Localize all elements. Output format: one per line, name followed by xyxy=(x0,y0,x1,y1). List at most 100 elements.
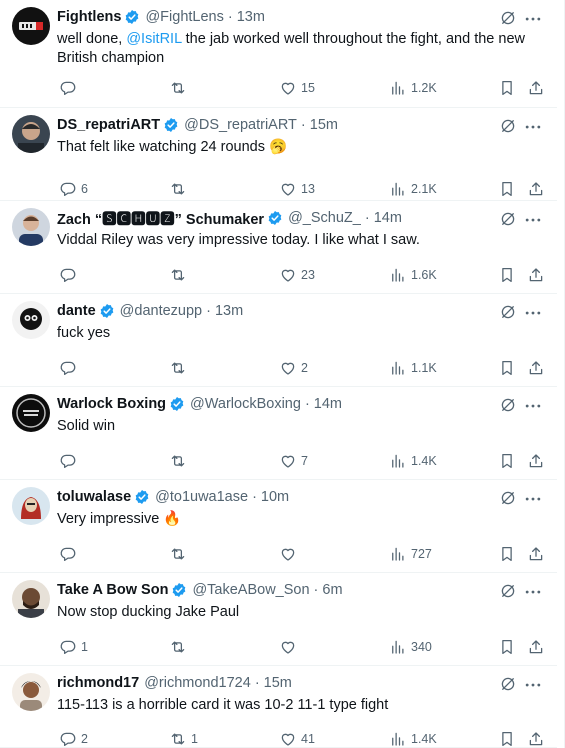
grok-icon[interactable] xyxy=(499,117,517,135)
tweet-item[interactable]: Take A Bow Son @TakeABow_Son · 6m Now stop d… xyxy=(0,573,557,666)
share-button[interactable] xyxy=(523,637,545,657)
avatar[interactable] xyxy=(12,115,50,153)
user-handle[interactable]: @DS_repatriART xyxy=(184,117,297,133)
views-button[interactable]: 1.4K xyxy=(385,451,437,471)
views-button[interactable]: 2.1K xyxy=(385,179,437,199)
like-button[interactable]: 2 xyxy=(275,358,308,378)
reply-button[interactable]: 2 xyxy=(55,729,88,748)
avatar[interactable] xyxy=(12,208,50,246)
like-button[interactable]: 23 xyxy=(275,265,315,285)
reply-button[interactable] xyxy=(55,78,77,98)
user-handle[interactable]: @FightLens xyxy=(145,9,223,25)
more-options-icon[interactable] xyxy=(523,675,543,693)
views-button[interactable]: 1.1K xyxy=(385,358,437,378)
grok-icon[interactable] xyxy=(499,396,517,414)
user-handle[interactable]: @TakeABow_Son xyxy=(192,582,309,598)
display-name[interactable]: richmond17 xyxy=(57,675,139,691)
user-handle[interactable]: @to1uwa1ase xyxy=(155,489,248,505)
more-options-icon[interactable] xyxy=(523,582,543,600)
tweet-item[interactable]: richmond17 @richmond1724 · 15m 115-113 is a … xyxy=(0,666,557,748)
display-name[interactable]: Take A Bow Son xyxy=(57,582,168,598)
retweet-button[interactable]: 1 xyxy=(165,729,198,748)
grok-icon[interactable] xyxy=(499,489,517,507)
like-button[interactable]: 41 xyxy=(275,729,315,748)
avatar[interactable] xyxy=(12,301,50,339)
share-button[interactable] xyxy=(523,451,545,471)
like-button[interactable] xyxy=(275,544,297,564)
avatar[interactable] xyxy=(12,7,50,45)
bookmark-button[interactable] xyxy=(494,637,516,657)
tweet-item[interactable]: toluwalase @to1uwa1ase · 10m Very impressive… xyxy=(0,480,557,573)
views-button[interactable]: 1.4K xyxy=(385,729,437,748)
bookmark-button[interactable] xyxy=(494,265,516,285)
timestamp[interactable]: 15m xyxy=(264,675,292,691)
timestamp[interactable]: 15m xyxy=(310,117,338,133)
tweet-item[interactable]: Zach “🆂🅲🅷🆄🆉” Schumaker @_SchuZ_ · 14m Viddal… xyxy=(0,201,557,294)
retweet-button[interactable] xyxy=(165,637,187,657)
grok-icon[interactable] xyxy=(499,210,517,228)
more-options-icon[interactable] xyxy=(523,9,543,27)
tweet-item[interactable]: Warlock Boxing @WarlockBoxing · 14m Solid wi… xyxy=(0,387,557,480)
more-options-icon[interactable] xyxy=(523,117,543,135)
grok-icon[interactable] xyxy=(499,9,517,27)
timestamp[interactable]: 6m xyxy=(322,582,342,598)
reply-button[interactable] xyxy=(55,358,77,378)
retweet-button[interactable] xyxy=(165,451,187,471)
tweet-item[interactable]: dante @dantezupp · 13m fuck yes 2 1.1K xyxy=(0,294,557,387)
retweet-button[interactable] xyxy=(165,78,187,98)
bookmark-button[interactable] xyxy=(494,358,516,378)
reply-button[interactable]: 6 xyxy=(55,179,88,199)
user-handle[interactable]: @_SchuZ_ xyxy=(288,210,361,226)
bookmark-button[interactable] xyxy=(494,729,516,748)
retweet-button[interactable] xyxy=(165,265,187,285)
like-button[interactable]: 13 xyxy=(275,179,315,199)
views-button[interactable]: 1.6K xyxy=(385,265,437,285)
retweet-button[interactable] xyxy=(165,179,187,199)
display-name[interactable]: Warlock Boxing xyxy=(57,396,166,412)
timestamp[interactable]: 13m xyxy=(237,9,265,25)
display-name[interactable]: DS_repatriART xyxy=(57,117,160,133)
share-button[interactable] xyxy=(523,729,545,748)
share-button[interactable] xyxy=(523,179,545,199)
views-button[interactable]: 340 xyxy=(385,637,432,657)
avatar[interactable] xyxy=(12,394,50,432)
reply-button[interactable] xyxy=(55,544,77,564)
reply-button[interactable] xyxy=(55,451,77,471)
like-button[interactable] xyxy=(275,637,297,657)
grok-icon[interactable] xyxy=(499,582,517,600)
avatar[interactable] xyxy=(12,580,50,618)
share-button[interactable] xyxy=(523,265,545,285)
user-handle[interactable]: @dantezupp xyxy=(120,303,202,319)
bookmark-button[interactable] xyxy=(494,179,516,199)
views-button[interactable]: 1.2K xyxy=(385,78,437,98)
share-button[interactable] xyxy=(523,78,545,98)
user-handle[interactable]: @WarlockBoxing xyxy=(190,396,301,412)
avatar[interactable] xyxy=(12,673,50,711)
bookmark-button[interactable] xyxy=(494,78,516,98)
display-name[interactable]: toluwalase xyxy=(57,489,131,505)
like-button[interactable]: 7 xyxy=(275,451,308,471)
grok-icon[interactable] xyxy=(499,675,517,693)
grok-icon[interactable] xyxy=(499,303,517,321)
more-options-icon[interactable] xyxy=(523,396,543,414)
tweet-item[interactable]: Fightlens @FightLens · 13m well done, @IsitR… xyxy=(0,0,557,108)
bookmark-button[interactable] xyxy=(494,451,516,471)
display-name[interactable]: Fightlens xyxy=(57,9,121,25)
share-button[interactable] xyxy=(523,358,545,378)
display-name[interactable]: dante xyxy=(57,303,96,319)
mention-link[interactable]: @IsitRIL xyxy=(126,31,181,47)
reply-button[interactable]: 1 xyxy=(55,637,88,657)
avatar[interactable] xyxy=(12,487,50,525)
views-button[interactable]: 727 xyxy=(385,544,432,564)
display-name[interactable]: Zach “🆂🅲🅷🆄🆉” Schumaker xyxy=(57,208,264,229)
more-options-icon[interactable] xyxy=(523,489,543,507)
bookmark-button[interactable] xyxy=(494,544,516,564)
timestamp[interactable]: 14m xyxy=(374,210,402,226)
like-button[interactable]: 15 xyxy=(275,78,315,98)
timestamp[interactable]: 14m xyxy=(314,396,342,412)
reply-button[interactable] xyxy=(55,265,77,285)
more-options-icon[interactable] xyxy=(523,210,543,228)
user-handle[interactable]: @richmond1724 xyxy=(144,675,251,691)
retweet-button[interactable] xyxy=(165,358,187,378)
timestamp[interactable]: 13m xyxy=(215,303,243,319)
